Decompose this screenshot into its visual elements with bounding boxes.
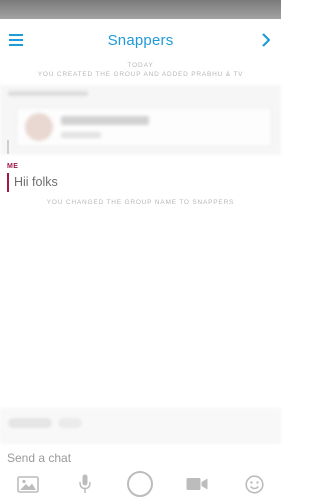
chat-message[interactable]: Hii folks (14, 175, 58, 189)
microphone-button[interactable] (74, 470, 96, 498)
emoji-icon (244, 474, 264, 494)
blurred-content (0, 85, 281, 155)
page-title: Snappers (107, 31, 174, 49)
microphone-icon (79, 474, 91, 493)
chat-input[interactable] (7, 451, 267, 465)
image-icon (17, 475, 39, 493)
blurred-name (61, 116, 149, 125)
menu-button[interactable] (6, 30, 26, 50)
blurred-pill (8, 418, 52, 428)
chat-input-area (0, 447, 281, 469)
chat-toolbar (0, 470, 281, 500)
capture-ring-icon (127, 471, 153, 497)
avatar (25, 113, 53, 141)
capture-button[interactable] (125, 470, 155, 498)
system-message: YOU CREATED THE GROUP AND ADDED PRABHU &… (37, 71, 244, 78)
chat-header: Snappers (0, 19, 281, 61)
blurred-label (8, 91, 88, 96)
chevron-right-icon (261, 33, 270, 47)
blurred-footer (0, 408, 281, 444)
system-message: YOU CHANGED THE GROUP NAME TO SNAPPERS (46, 199, 235, 206)
sender-label: ME (7, 163, 19, 170)
blurred-card (16, 107, 272, 147)
video-call-button[interactable] (184, 470, 210, 498)
status-bar (0, 0, 281, 19)
hamburger-icon (9, 34, 23, 46)
chevron-right-button[interactable] (255, 30, 275, 50)
image-button[interactable] (14, 470, 42, 498)
emoji-button[interactable] (241, 470, 267, 498)
message-bar (7, 140, 9, 154)
message-bar (7, 173, 9, 192)
blurred-subtext (61, 132, 101, 138)
video-camera-icon (186, 478, 208, 490)
blurred-pill (58, 418, 82, 428)
day-label: TODAY (127, 62, 154, 69)
